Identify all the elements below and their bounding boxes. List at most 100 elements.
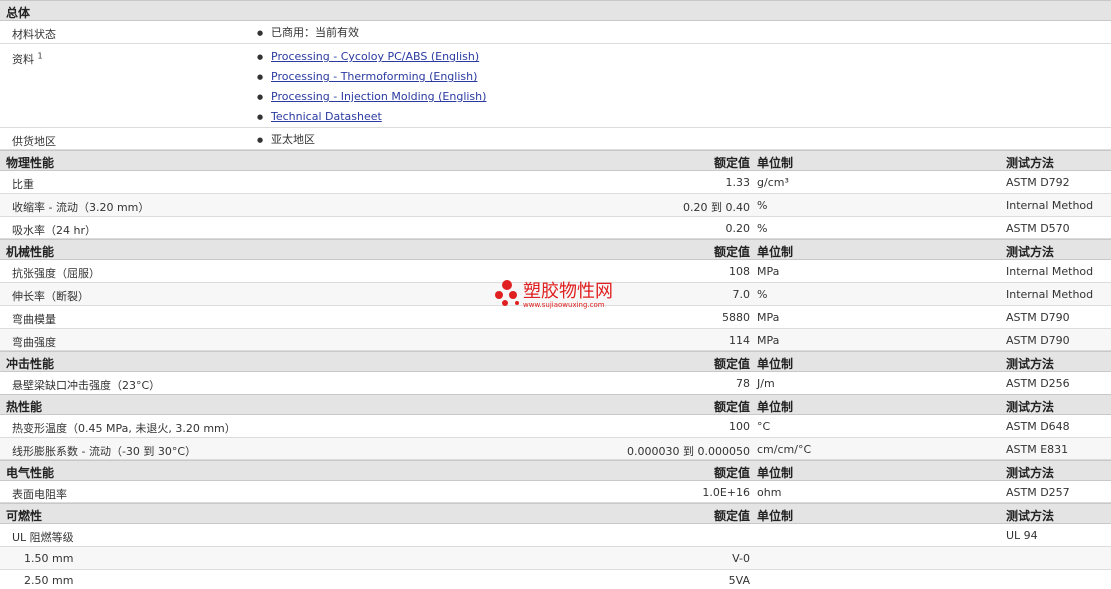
- value-column-header: 额定值: [713, 156, 750, 170]
- test-method: UL 94: [1006, 529, 1038, 542]
- list-item: Technical Datasheet: [257, 110, 486, 130]
- table-row: 悬壁梁缺口冲击强度（23°C） 78 J/m ASTM D256: [0, 372, 1111, 395]
- property-unit: %: [757, 222, 768, 235]
- doc-link-thermoforming[interactable]: Processing - Thermoforming (English): [271, 70, 477, 83]
- method-column-header: 测试方法: [1006, 466, 1055, 480]
- unit-column-header: 单位制: [757, 400, 794, 414]
- property-value: 5880: [722, 311, 750, 324]
- value-column-header: 额定值: [713, 466, 750, 480]
- property-label: 表面电阻率: [12, 488, 67, 501]
- table-row: 2.50 mm 5VA: [0, 570, 1111, 589]
- property-label: 材料状态: [12, 28, 56, 41]
- list-item: Processing - Injection Molding (English): [257, 90, 486, 110]
- property-label: 比重: [12, 178, 34, 191]
- property-label: 伸长率（断裂）: [12, 290, 89, 303]
- table-row: UL 阻燃等级 UL 94: [0, 524, 1111, 547]
- test-method: ASTM D792: [1006, 176, 1070, 189]
- list-item: Processing - Thermoforming (English): [257, 70, 486, 90]
- table-row: 表面电阻率 1.0E+16 ohm ASTM D257: [0, 481, 1111, 503]
- test-method: ASTM E831: [1006, 443, 1069, 456]
- table-row: 收缩率 - 流动（3.20 mm） 0.20 到 0.40 % Internal…: [0, 194, 1111, 217]
- section-header-thermal: 热性能 额定值 单位制 测试方法: [0, 394, 1111, 415]
- doc-link-injection-molding[interactable]: Processing - Injection Molding (English): [271, 90, 486, 103]
- dots-logo-icon: [495, 280, 519, 306]
- doc-link-technical-datasheet[interactable]: Technical Datasheet: [271, 110, 382, 123]
- property-label: 收缩率 - 流动（3.20 mm）: [12, 201, 150, 214]
- method-column-header: 测试方法: [1006, 156, 1055, 170]
- watermark-logo: 塑胶物性网 www.sujiaowuxing.com: [493, 277, 623, 313]
- property-unit: ohm: [757, 486, 782, 499]
- doc-link-cycoloy[interactable]: Processing - Cycoloy PC/ABS (English): [271, 50, 479, 63]
- test-method: Internal Method: [1006, 288, 1094, 301]
- property-unit: MPa: [757, 265, 780, 278]
- unit-column-header: 单位制: [757, 357, 794, 371]
- property-label: 悬壁梁缺口冲击强度（23°C）: [12, 379, 161, 392]
- row-material-status: 材料状态 已商用：当前有效: [0, 21, 1111, 44]
- property-value: 78: [736, 377, 750, 390]
- property-unit: %: [757, 288, 768, 301]
- property-value: 0.20 到 0.40: [683, 201, 750, 214]
- property-unit: MPa: [757, 311, 780, 324]
- section-header-impact: 冲击性能 额定值 单位制 测试方法: [0, 351, 1111, 372]
- value-column-header: 额定值: [713, 245, 750, 259]
- unit-column-header: 单位制: [757, 156, 794, 170]
- section-header-flammability: 可燃性 额定值 单位制 测试方法: [0, 503, 1111, 524]
- status-list: 已商用：当前有效: [257, 26, 359, 46]
- test-method: ASTM D257: [1006, 486, 1070, 499]
- property-value: 7.0: [732, 288, 751, 301]
- property-unit: MPa: [757, 334, 780, 347]
- property-value: V-0: [732, 552, 750, 565]
- section-title: 热性能: [6, 400, 43, 414]
- section-title: 可燃性: [6, 509, 43, 523]
- table-row: 线形膨胀系数 - 流动（-30 到 30°C） 0.000030 到 0.000…: [0, 438, 1111, 460]
- property-label: 热变形温度（0.45 MPa, 未退火, 3.20 mm）: [12, 422, 236, 435]
- table-row: 弯曲强度 114 MPa ASTM D790: [0, 329, 1111, 351]
- value-column-header: 额定值: [713, 400, 750, 414]
- property-unit: g/cm³: [757, 176, 789, 189]
- property-label: 资料 1: [12, 51, 43, 67]
- property-label: 弯曲模量: [12, 313, 56, 326]
- value-column-header: 额定值: [713, 357, 750, 371]
- method-column-header: 测试方法: [1006, 400, 1055, 414]
- section-title: 总体: [6, 6, 31, 20]
- property-label: 1.50 mm: [24, 552, 74, 565]
- property-value: 114: [729, 334, 750, 347]
- section-title: 电气性能: [6, 466, 55, 480]
- list-item: 已商用：当前有效: [257, 26, 359, 46]
- test-method: ASTM D648: [1006, 420, 1070, 433]
- section-header-physical: 物理性能 额定值 单位制 测试方法: [0, 150, 1111, 171]
- property-value: 100: [729, 420, 750, 433]
- section-header-mechanical: 机械性能 额定值 单位制 测试方法: [0, 239, 1111, 260]
- documents-list: Processing - Cycoloy PC/ABS (English) Pr…: [257, 50, 486, 130]
- section-header-general: 总体: [0, 0, 1111, 21]
- method-column-header: 测试方法: [1006, 357, 1055, 371]
- table-row: 1.50 mm V-0: [0, 547, 1111, 570]
- property-label: 抗张强度（屈服）: [12, 267, 100, 280]
- section-title: 冲击性能: [6, 357, 55, 371]
- value-column-header: 额定值: [713, 509, 750, 523]
- test-method: ASTM D570: [1006, 222, 1070, 235]
- property-label: 2.50 mm: [24, 574, 74, 587]
- table-row: 比重 1.33 g/cm³ ASTM D792: [0, 171, 1111, 194]
- row-documents: 资料 1 Processing - Cycoloy PC/ABS (Englis…: [0, 44, 1111, 128]
- unit-column-header: 单位制: [757, 245, 794, 259]
- property-value: 5VA: [728, 574, 750, 587]
- footnote-marker: 1: [37, 51, 43, 61]
- property-unit: cm/cm/°C: [757, 443, 812, 456]
- property-unit: %: [757, 199, 768, 212]
- method-column-header: 测试方法: [1006, 509, 1055, 523]
- test-method: ASTM D256: [1006, 377, 1070, 390]
- test-method: Internal Method: [1006, 265, 1094, 278]
- list-item: Processing - Cycoloy PC/ABS (English): [257, 50, 486, 70]
- property-label: 弯曲强度: [12, 336, 56, 349]
- property-value: 0.20: [725, 222, 751, 235]
- test-method: ASTM D790: [1006, 311, 1070, 324]
- watermark-text: 塑胶物性网: [523, 281, 613, 302]
- property-label: 供货地区: [12, 135, 56, 148]
- table-row: 热变形温度（0.45 MPa, 未退火, 3.20 mm） 100 °C AST…: [0, 415, 1111, 438]
- section-title: 机械性能: [6, 245, 55, 259]
- watermark-url: www.sujiaowuxing.com: [523, 301, 605, 309]
- section-header-electrical: 电气性能 额定值 单位制 测试方法: [0, 460, 1111, 481]
- property-unit: J/m: [757, 377, 775, 390]
- test-method: ASTM D790: [1006, 334, 1070, 347]
